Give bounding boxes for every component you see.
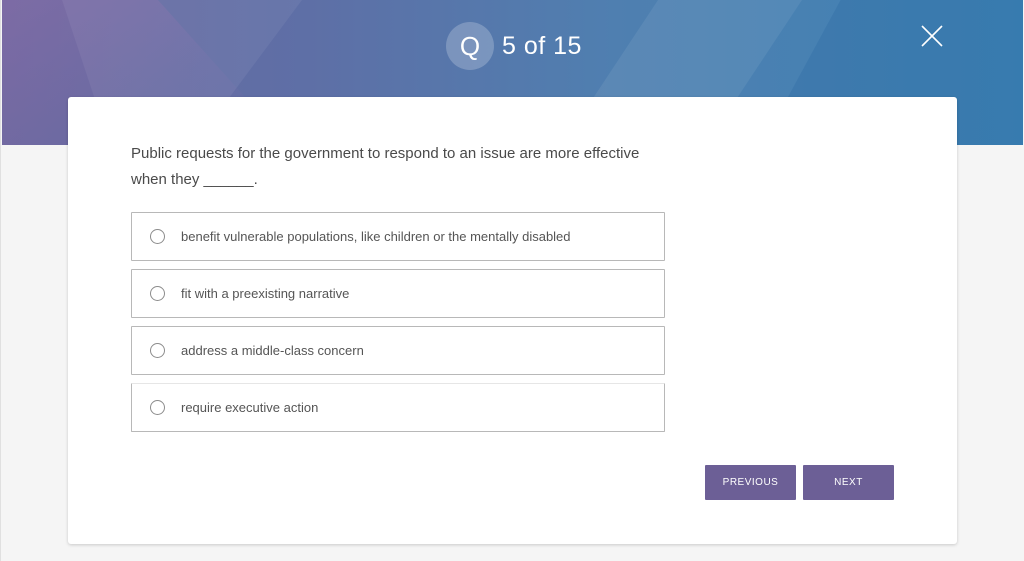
next-button[interactable]: NEXT [803,465,894,500]
answer-option-label: address a middle-class concern [181,343,364,358]
close-icon [921,25,943,47]
answer-option[interactable]: benefit vulnerable populations, like chi… [131,212,665,261]
question-card: Public requests for the government to re… [68,97,957,544]
question-text: Public requests for the government to re… [131,145,640,188]
question-progress: Q 5 of 15 [446,22,582,70]
answer-option[interactable]: address a middle-class concern [131,326,665,375]
radio-button[interactable] [150,286,165,301]
question-badge-icon: Q [446,22,494,70]
radio-button[interactable] [150,400,165,415]
previous-button[interactable]: PREVIOUS [705,465,796,500]
radio-button[interactable] [150,343,165,358]
answer-option[interactable]: fit with a preexisting narrative [131,269,665,318]
question-badge-letter: Q [459,31,481,61]
quiz-page: Q 5 of 15 Public requests for the govern… [0,0,1024,561]
close-button[interactable] [920,24,944,48]
answer-option-label: fit with a preexisting narrative [181,286,350,301]
answer-option[interactable]: require executive action [131,383,665,432]
progress-counter: 5 of 15 [502,31,582,60]
answer-options: benefit vulnerable populations, like chi… [131,212,665,440]
answer-option-label: benefit vulnerable populations, like chi… [181,229,571,244]
answer-option-label: require executive action [181,400,319,415]
radio-button[interactable] [150,229,165,244]
